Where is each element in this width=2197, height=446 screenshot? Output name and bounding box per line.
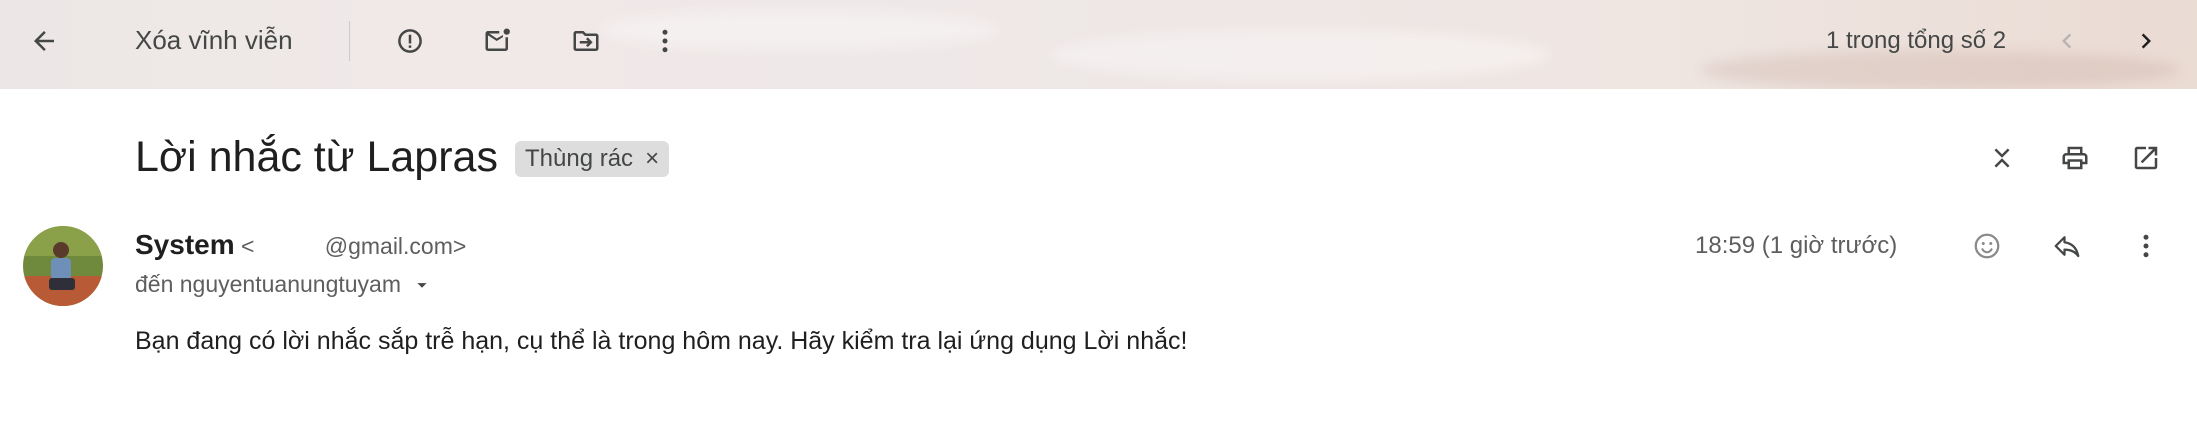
- email-body: Bạn đang có lời nhắc sắp trễ hạn, cụ thể…: [135, 327, 1188, 355]
- message-more-button[interactable]: [2122, 222, 2170, 270]
- pagination-text: 1 trong tổng số 2: [1826, 27, 2007, 54]
- add-reaction-button[interactable]: [1963, 222, 2011, 270]
- remove-label-button[interactable]: ×: [641, 145, 659, 173]
- toolbar: Xóa vĩnh viễn 1 trong tổng số 2: [0, 0, 2197, 89]
- sender-name[interactable]: System: [135, 229, 235, 261]
- label-text: Thùng rác: [525, 145, 634, 172]
- sender-email: < @gmail.com>: [241, 233, 467, 259]
- open-in-new-icon: [2134, 146, 2158, 170]
- toolbar-divider: [349, 21, 350, 61]
- delete-forever-button[interactable]: Xóa vĩnh viễn: [135, 25, 293, 56]
- caret-down-icon: [417, 282, 427, 288]
- unfold-less-icon: [1994, 148, 2010, 168]
- email-subject: Lời nhắc từ Lapras: [135, 133, 498, 181]
- emoji-icon: [1974, 233, 2000, 259]
- more-vert-icon: [2143, 234, 2149, 258]
- background-cloud: [1050, 30, 1550, 80]
- mark-unread-button[interactable]: [474, 17, 522, 65]
- arrow-left-icon: [34, 31, 54, 51]
- email-timestamp: 18:59 (1 giờ trước): [1695, 232, 1898, 259]
- trash-label-chip[interactable]: Thùng rác ×: [515, 141, 670, 177]
- chevron-left-icon: [2062, 33, 2072, 49]
- reply-icon: [2054, 236, 2080, 258]
- avatar-photo: [23, 226, 103, 306]
- report-icon: [398, 29, 422, 53]
- recipient-details-toggle[interactable]: đến nguyentuanungtuyam: [135, 271, 433, 298]
- collapse-all-button[interactable]: [1978, 134, 2026, 182]
- recipient-text: đến nguyentuanungtuyam: [135, 271, 401, 297]
- next-email-button[interactable]: [2122, 17, 2170, 65]
- background-cloud: [1700, 50, 2180, 89]
- more-vert-icon: [662, 29, 668, 53]
- reply-button[interactable]: [2043, 222, 2091, 270]
- more-actions-button[interactable]: [641, 17, 689, 65]
- print-icon: [2062, 146, 2088, 170]
- move-to-button[interactable]: [562, 17, 610, 65]
- back-button[interactable]: [20, 17, 68, 65]
- chevron-right-icon: [2141, 33, 2151, 49]
- mark-unread-icon: [485, 28, 510, 51]
- prev-email-button[interactable]: [2043, 17, 2091, 65]
- avatar[interactable]: [23, 226, 103, 306]
- open-in-new-window-button[interactable]: [2122, 134, 2170, 182]
- report-spam-button[interactable]: [386, 17, 434, 65]
- print-button[interactable]: [2051, 134, 2099, 182]
- move-to-folder-icon: [573, 31, 599, 51]
